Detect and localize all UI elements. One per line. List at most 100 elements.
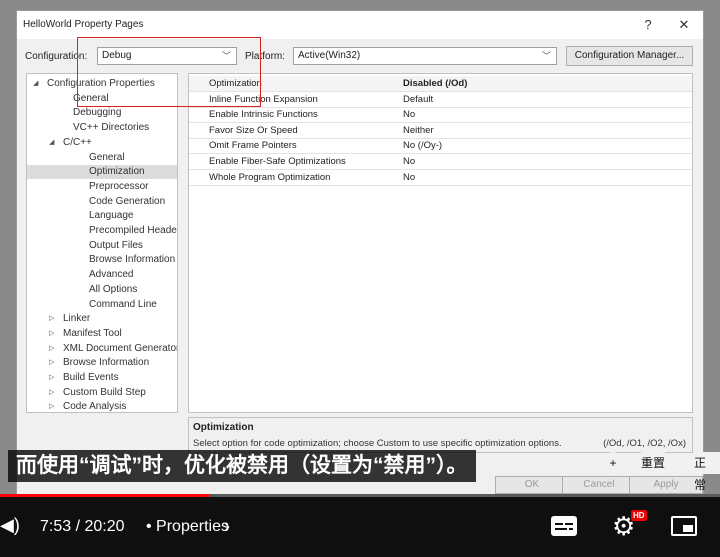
tree-item[interactable]: ▷ Linker: [27, 312, 177, 326]
tree-item[interactable]: General: [27, 151, 177, 165]
description-title: Optimization: [193, 422, 254, 433]
expand-arrow-icon[interactable]: ▷: [49, 386, 54, 400]
tree-item[interactable]: ▷ XML Document Generator: [27, 342, 177, 356]
collapse-arrow-icon[interactable]: ◢: [33, 77, 38, 91]
property-value[interactable]: No: [403, 170, 415, 185]
tree-item-label: General: [89, 151, 125, 163]
tree-item-label: Custom Build Step: [63, 386, 146, 398]
dialog-title: HelloWorld Property Pages: [23, 19, 144, 30]
zoom-in-chip[interactable]: +: [604, 452, 622, 474]
reset-chip[interactable]: 重置: [633, 452, 674, 474]
video-frame[interactable]: HelloWorld Property Pages ? ✕ Configurat…: [0, 0, 720, 495]
tree-item[interactable]: Browse Information: [27, 253, 177, 267]
property-row[interactable]: Favor Size Or Speed Neither: [189, 123, 692, 139]
volume-icon[interactable]: ◀): [0, 515, 20, 536]
tree-item-label: Code Generation: [89, 195, 166, 207]
ok-button[interactable]: OK: [495, 476, 569, 494]
tree-item-label: XML Document Generator: [63, 342, 178, 354]
property-row[interactable]: Whole Program Optimization No: [189, 170, 692, 186]
property-row[interactable]: Inline Function Expansion Default: [189, 92, 692, 108]
tree-item[interactable]: ▷ Code Analysis: [27, 400, 177, 413]
progress-bar[interactable]: [0, 494, 720, 497]
tree-item[interactable]: ◢ C/C++: [27, 136, 177, 150]
tree-item-label: All Options: [89, 283, 138, 295]
expand-arrow-icon[interactable]: ▷: [49, 342, 54, 356]
subtitles-icon[interactable]: [551, 516, 577, 536]
property-name: Enable Intrinsic Functions: [209, 109, 318, 121]
tree-item[interactable]: Debugging: [27, 106, 177, 120]
tree-item-label: Language: [89, 210, 134, 222]
tree-item-label: Browse Information: [89, 254, 176, 266]
expand-arrow-icon[interactable]: ▷: [49, 327, 54, 341]
property-value[interactable]: Default: [403, 92, 433, 107]
apply-button[interactable]: Apply: [629, 476, 703, 494]
expand-arrow-icon[interactable]: ▷: [49, 400, 54, 412]
tree-item[interactable]: Language: [27, 209, 177, 223]
property-row[interactable]: Optimization Disabled (/Od): [189, 76, 692, 92]
tree-item-label: Optimization: [89, 166, 145, 178]
tree-item[interactable]: Preprocessor: [27, 180, 177, 194]
subtitle-caption: 而使用“调试”时，优化被禁用（设置为“禁用”）。: [8, 450, 476, 482]
time-display: 7:53 / 20:20: [40, 518, 125, 535]
tree-item-label: VC++ Directories: [73, 122, 150, 134]
progress-fill: [0, 494, 209, 497]
platform-value: Active(Win32): [298, 50, 361, 61]
chevron-right-icon[interactable]: ›: [224, 516, 230, 537]
tree-item[interactable]: Command Line: [27, 298, 177, 312]
hd-badge: HD: [631, 510, 647, 521]
tree-item-label: Build Events: [63, 372, 119, 383]
tree-item[interactable]: Advanced: [27, 268, 177, 282]
tree-item-label: Precompiled Headers: [89, 225, 178, 236]
tree-item[interactable]: Output Files: [27, 239, 177, 253]
property-name: Whole Program Optimization: [209, 171, 331, 183]
property-value[interactable]: No (/Oy-): [403, 138, 442, 153]
tree-item[interactable]: All Options: [27, 283, 177, 297]
collapse-arrow-icon[interactable]: ◢: [49, 136, 54, 150]
property-name: Favor Size Or Speed: [209, 124, 298, 136]
tree-item[interactable]: Optimization: [27, 165, 177, 180]
tree-item[interactable]: ▷ Manifest Tool: [27, 327, 177, 341]
configuration-manager-button[interactable]: Configuration Manager...: [566, 46, 693, 66]
normal-speed-chip[interactable]: 正常: [686, 452, 720, 492]
expand-arrow-icon[interactable]: ▷: [49, 371, 54, 385]
description-panel: Optimization Select option for code opti…: [188, 417, 693, 453]
tree-item[interactable]: Precompiled Headers: [27, 224, 177, 238]
tree-item[interactable]: Code Generation: [27, 195, 177, 209]
tree-item[interactable]: ▷ Build Events: [27, 371, 177, 385]
property-row[interactable]: Enable Intrinsic Functions No: [189, 107, 692, 124]
property-row[interactable]: Omit Frame Pointers No (/Oy-): [189, 138, 692, 155]
expand-arrow-icon[interactable]: ▷: [49, 356, 54, 370]
tree-item-label: C/C++: [63, 136, 92, 148]
tree-item-label: Browse Information: [63, 357, 150, 369]
property-value[interactable]: No: [403, 107, 415, 122]
expand-arrow-icon[interactable]: ▷: [49, 312, 54, 326]
close-button[interactable]: ✕: [672, 15, 696, 35]
property-grid[interactable]: Optimization Disabled (/Od) Inline Functio…: [188, 73, 693, 413]
tree-item-label: Manifest Tool: [63, 327, 122, 339]
property-name: Enable Fiber-Safe Optimizations: [209, 156, 346, 167]
property-tree[interactable]: ◢ Configuration Properties General Debuggin…: [26, 73, 178, 413]
tree-item-label: Debugging: [73, 107, 122, 119]
property-pages-dialog: HelloWorld Property Pages ? ✕ Configurat…: [16, 10, 704, 495]
tree-item[interactable]: ▷ Browse Information: [27, 356, 177, 370]
tree-item-label: Advanced: [89, 269, 134, 281]
chevron-down-icon: ﹀: [541, 51, 551, 61]
help-button[interactable]: ?: [636, 15, 660, 35]
cancel-button[interactable]: Cancel: [562, 476, 636, 494]
description-text: Select option for code optimization; cho…: [193, 438, 562, 449]
property-value[interactable]: No: [403, 154, 415, 169]
tree-item-label: Code Analysis: [63, 401, 127, 413]
property-value[interactable]: Neither: [403, 123, 434, 138]
property-value[interactable]: Disabled (/Od): [403, 76, 467, 91]
tree-item[interactable]: VC++ Directories: [27, 121, 177, 135]
platform-dropdown[interactable]: Active(Win32) ﹀: [293, 47, 557, 65]
tree-item-label: Preprocessor: [89, 180, 149, 192]
highlight-box: [77, 37, 261, 107]
description-options: (/Od, /O1, /O2, /Ox): [603, 438, 686, 449]
tree-item-label: Linker: [63, 313, 91, 325]
chapter-title[interactable]: • Properties: [146, 518, 229, 536]
property-row[interactable]: Enable Fiber-Safe Optimizations No: [189, 154, 692, 170]
property-name: Omit Frame Pointers: [209, 140, 297, 152]
miniplayer-icon[interactable]: [671, 516, 697, 536]
tree-item[interactable]: ▷ Custom Build Step: [27, 386, 177, 400]
